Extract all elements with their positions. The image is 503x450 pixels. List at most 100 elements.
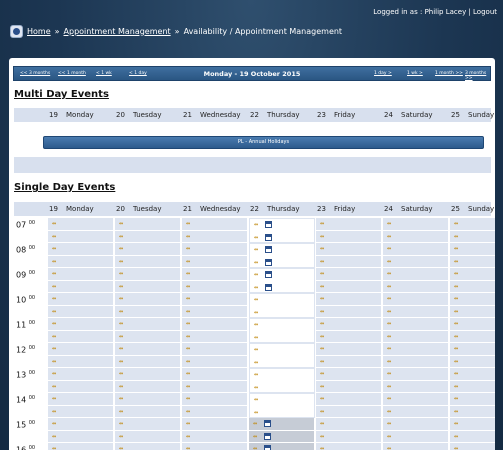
breadcrumb-appointment-management[interactable]: Appointment Management — [64, 27, 171, 36]
calendar-icon[interactable] — [265, 221, 272, 228]
move-arrow-icon[interactable]: ⇔ — [387, 371, 391, 377]
half-hour-slot[interactable]: ⇔ — [182, 330, 247, 342]
time-slot[interactable]: ⇔⇔ — [115, 293, 181, 318]
half-hour-slot[interactable]: ⇔ — [316, 355, 381, 367]
half-hour-slot[interactable]: ⇔ — [316, 418, 381, 430]
move-arrow-icon[interactable]: ⇔ — [254, 335, 258, 341]
move-arrow-icon[interactable]: ⇔ — [186, 396, 190, 402]
half-hour-slot[interactable]: ⇔ — [48, 268, 113, 280]
time-slot[interactable]: ⇔⇔ — [48, 268, 114, 293]
half-hour-slot[interactable]: ⇔ — [48, 318, 113, 330]
half-hour-slot[interactable]: ⇔ — [450, 343, 495, 355]
time-slot[interactable]: ⇔⇔ — [316, 268, 382, 293]
move-arrow-icon[interactable]: ⇔ — [186, 334, 190, 340]
time-slot[interactable]: ⇔⇔ — [182, 268, 248, 293]
half-hour-slot[interactable]: ⇔ — [48, 280, 113, 292]
nav-forward-1-day[interactable]: 1 day > — [374, 71, 392, 76]
time-slot[interactable]: ⇔⇔ — [450, 268, 495, 293]
time-slot[interactable]: ⇔⇔ — [182, 218, 248, 243]
move-arrow-icon[interactable]: ⇔ — [320, 309, 324, 315]
half-hour-slot[interactable]: ⇔ — [383, 380, 448, 392]
time-slot[interactable]: ⇔⇔ — [383, 293, 449, 318]
move-arrow-icon[interactable]: ⇔ — [320, 271, 324, 277]
move-arrow-icon[interactable]: ⇔ — [52, 334, 56, 340]
move-arrow-icon[interactable]: ⇔ — [454, 396, 458, 402]
move-arrow-icon[interactable]: ⇔ — [320, 409, 324, 415]
move-arrow-icon[interactable]: ⇔ — [387, 296, 391, 302]
time-slot[interactable]: ⇔⇔ — [115, 368, 181, 393]
move-arrow-icon[interactable]: ⇔ — [320, 284, 324, 290]
nav-forward-3-months[interactable]: 3 months >> — [465, 71, 490, 81]
time-slot[interactable]: ⇔⇔ — [48, 243, 114, 268]
time-slot[interactable]: ⇔⇔ — [182, 368, 248, 393]
move-arrow-icon[interactable]: ⇔ — [387, 284, 391, 290]
half-hour-slot[interactable]: ⇔ — [316, 380, 381, 392]
half-hour-slot[interactable]: ⇔ — [48, 343, 113, 355]
move-arrow-icon[interactable]: ⇔ — [454, 284, 458, 290]
half-hour-slot[interactable]: ⇔ — [115, 293, 180, 305]
time-slot[interactable]: ⇔⇔ — [182, 293, 248, 318]
move-arrow-icon[interactable]: ⇔ — [320, 246, 324, 252]
half-hour-slot[interactable]: ⇔ — [115, 430, 180, 442]
move-arrow-icon[interactable]: ⇔ — [387, 346, 391, 352]
half-hour-slot[interactable]: ⇔ — [450, 380, 495, 392]
half-hour-slot[interactable]: ⇔ — [450, 405, 495, 417]
move-arrow-icon[interactable]: ⇔ — [320, 334, 324, 340]
half-hour-slot[interactable]: ⇔ — [115, 255, 180, 267]
time-slot[interactable]: ⇔⇔ — [48, 318, 114, 343]
half-hour-slot[interactable]: ⇔ — [182, 230, 247, 242]
move-arrow-icon[interactable]: ⇔ — [186, 234, 190, 240]
half-hour-slot[interactable]: ⇔ — [250, 356, 314, 368]
half-hour-slot[interactable]: ⇔ — [182, 293, 247, 305]
calendar-icon[interactable] — [265, 271, 272, 278]
half-hour-slot[interactable]: ⇔ — [383, 418, 448, 430]
move-arrow-icon[interactable]: ⇔ — [454, 409, 458, 415]
move-arrow-icon[interactable]: ⇔ — [119, 409, 123, 415]
half-hour-slot[interactable]: ⇔ — [316, 343, 381, 355]
half-hour-slot[interactable]: ⇔ — [450, 230, 495, 242]
move-arrow-icon[interactable]: ⇔ — [52, 246, 56, 252]
move-arrow-icon[interactable]: ⇔ — [119, 259, 123, 265]
time-slot[interactable]: ⇔⇔ — [182, 418, 248, 443]
move-arrow-icon[interactable]: ⇔ — [119, 346, 123, 352]
move-arrow-icon[interactable]: ⇔ — [387, 396, 391, 402]
half-hour-slot[interactable]: ⇔ — [115, 305, 180, 317]
time-slot[interactable]: ⇔⇔ — [316, 343, 382, 368]
time-slot[interactable]: ⇔⇔ — [182, 393, 248, 418]
half-hour-slot[interactable]: ⇔ — [316, 443, 381, 450]
half-hour-slot[interactable]: ⇔ — [450, 243, 495, 255]
half-hour-slot[interactable]: ⇔ — [249, 418, 314, 430]
move-arrow-icon[interactable]: ⇔ — [320, 296, 324, 302]
move-arrow-icon[interactable]: ⇔ — [186, 446, 190, 450]
move-arrow-icon[interactable]: ⇔ — [387, 271, 391, 277]
move-arrow-icon[interactable]: ⇔ — [186, 409, 190, 415]
half-hour-slot[interactable]: ⇔ — [383, 255, 448, 267]
time-slot[interactable]: ⇔⇔ — [48, 343, 114, 368]
time-slot[interactable]: ⇔⇔ — [383, 218, 449, 243]
half-hour-slot[interactable]: ⇔ — [383, 430, 448, 442]
half-hour-slot[interactable]: ⇔ — [383, 405, 448, 417]
half-hour-slot[interactable]: ⇔ — [115, 318, 180, 330]
half-hour-slot[interactable]: ⇔ — [182, 430, 247, 442]
move-arrow-icon[interactable]: ⇔ — [254, 297, 258, 303]
move-arrow-icon[interactable]: ⇔ — [52, 321, 56, 327]
move-arrow-icon[interactable]: ⇔ — [454, 434, 458, 440]
move-arrow-icon[interactable]: ⇔ — [387, 321, 391, 327]
move-arrow-icon[interactable]: ⇔ — [119, 384, 123, 390]
half-hour-slot[interactable]: ⇔ — [383, 368, 448, 380]
half-hour-slot[interactable]: ⇔ — [115, 230, 180, 242]
time-slot[interactable]: ⇔⇔ — [249, 443, 315, 450]
time-slot[interactable]: ⇔⇔ — [182, 443, 248, 450]
half-hour-slot[interactable]: ⇔ — [115, 268, 180, 280]
time-slot[interactable]: ⇔⇔ — [115, 443, 181, 450]
half-hour-slot[interactable]: ⇔ — [48, 443, 113, 450]
half-hour-slot[interactable]: ⇔ — [316, 430, 381, 442]
time-slot[interactable]: ⇔⇔ — [383, 343, 449, 368]
move-arrow-icon[interactable]: ⇔ — [320, 359, 324, 365]
half-hour-slot[interactable]: ⇔ — [250, 244, 314, 256]
half-hour-slot[interactable]: ⇔ — [383, 443, 448, 450]
nav-forward-1-week[interactable]: 1 wk > — [407, 71, 423, 76]
move-arrow-icon[interactable]: ⇔ — [119, 271, 123, 277]
move-arrow-icon[interactable]: ⇔ — [119, 359, 123, 365]
half-hour-slot[interactable]: ⇔ — [249, 443, 314, 450]
